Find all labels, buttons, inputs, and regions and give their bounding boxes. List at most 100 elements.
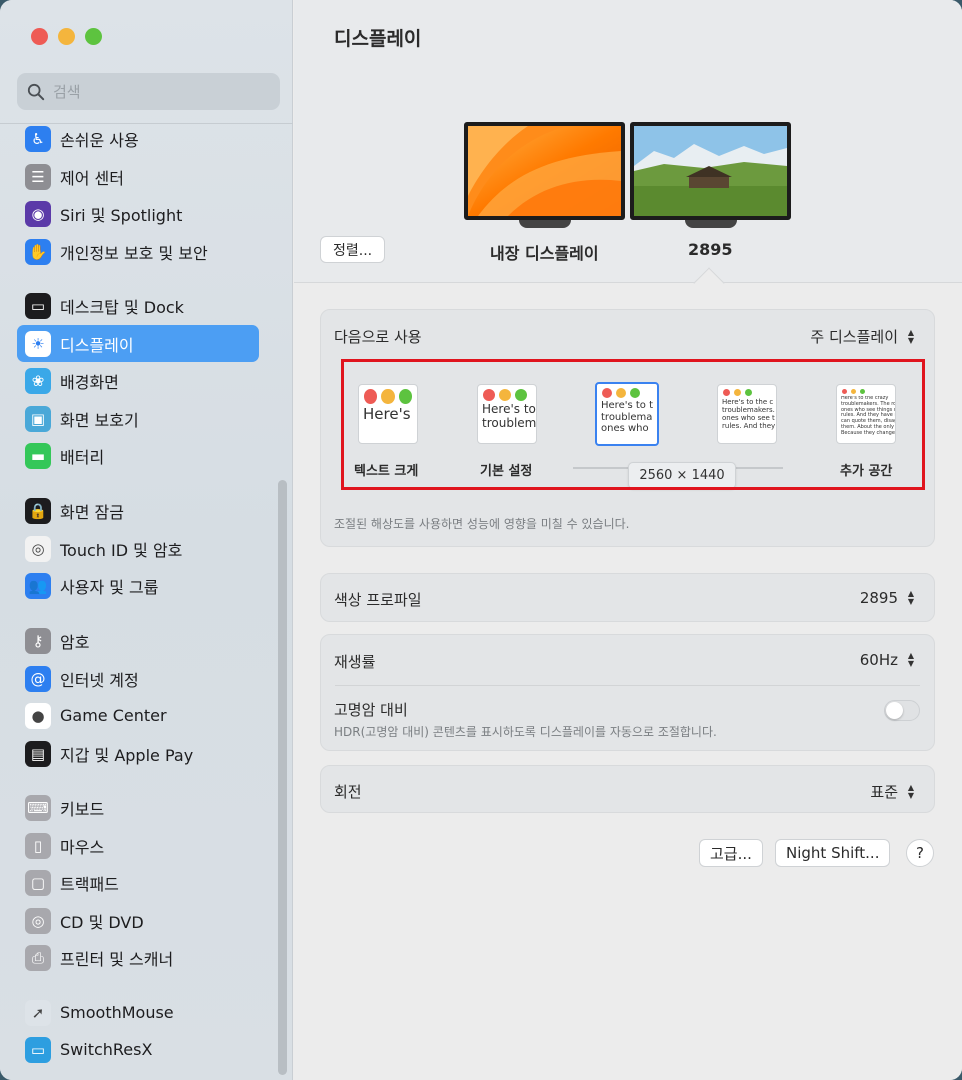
sidebar-item-label: Siri 및 Spotlight bbox=[60, 205, 183, 225]
sidebar-item[interactable]: ◎ Touch ID 및 암호 bbox=[17, 530, 259, 567]
sidebar-item-label: 사용자 및 그룹 bbox=[60, 577, 159, 597]
control-center-icon: ☰ bbox=[25, 163, 51, 190]
night-shift-button[interactable]: Night Shift... bbox=[775, 839, 891, 867]
hdr-toggle[interactable] bbox=[884, 700, 920, 721]
monitor-external[interactable] bbox=[630, 122, 791, 228]
sidebar-item-label: SmoothMouse bbox=[60, 1003, 174, 1022]
minimize-button[interactable] bbox=[58, 28, 75, 45]
rotation-label: 회전 bbox=[334, 783, 362, 801]
resolution-hint: 조절된 해상도를 사용하면 성능에 영향을 미칠 수 있습니다. bbox=[334, 517, 630, 531]
rotation-value: 표준 bbox=[870, 783, 898, 801]
refresh-hdr-card: 재생률 60Hz ▲ ▼ 고명암 대비 HDR(고명암 대비) 콘텐츠를 표시하도… bbox=[320, 634, 935, 751]
builtin-wallpaper-image bbox=[468, 126, 621, 216]
sidebar-item[interactable]: ▭ SwitchResX bbox=[17, 1031, 259, 1068]
sidebar-item[interactable]: ✋ 개인정보 보호 및 보안 bbox=[17, 233, 259, 270]
rotation-popup[interactable]: 표준 ▲ ▼ bbox=[870, 781, 918, 802]
game-center-icon: ● bbox=[25, 702, 51, 729]
sidebar-item[interactable]: 🔒 화면 잠금 bbox=[17, 492, 259, 529]
sidebar-item[interactable]: @ 인터넷 계정 bbox=[17, 660, 259, 697]
sidebar-item[interactable]: ⎙ 프린터 및 스캐너 bbox=[17, 939, 259, 976]
use-as-popup[interactable]: 주 디스플레이 ▲ ▼ bbox=[810, 326, 918, 347]
lock-icon: 🔒 bbox=[25, 497, 51, 524]
system-settings-window: ♿ 손쉬운 사용 ☰ 제어 센터 ◉ Siri 및 Spotlight ✋ 개인정보 보호 및… bbox=[0, 0, 962, 1080]
sidebar-item-label: 트랙패드 bbox=[60, 874, 119, 894]
sidebar-item[interactable]: ⚷ 암호 bbox=[17, 622, 259, 659]
display-sun-icon: ☀ bbox=[25, 330, 51, 357]
fingerprint-icon: ◎ bbox=[25, 535, 51, 562]
search-field[interactable] bbox=[17, 73, 280, 110]
sidebar-item-label: Game Center bbox=[60, 706, 167, 725]
screensaver-icon: ▣ bbox=[25, 405, 51, 432]
at-icon: @ bbox=[25, 665, 51, 692]
sidebar-item[interactable]: ➚ SmoothMouse bbox=[17, 994, 259, 1031]
search-input[interactable] bbox=[53, 82, 253, 101]
sidebar-item[interactable]: ♿ 손쉬운 사용 bbox=[17, 120, 259, 157]
keyboard-icon: ⌨ bbox=[25, 794, 51, 821]
sidebar-item[interactable]: ⌨ 키보드 bbox=[17, 789, 259, 826]
advanced-button[interactable]: 고급... bbox=[699, 839, 763, 867]
sidebar-item-label: 키보드 bbox=[60, 799, 105, 819]
sidebar-scrollbar[interactable] bbox=[278, 480, 287, 1075]
sidebar-item[interactable]: ▬ 배터리 bbox=[17, 437, 259, 474]
sidebar-item-label: 디스플레이 bbox=[60, 335, 134, 355]
use-as-value: 주 디스플레이 bbox=[810, 328, 898, 346]
users-icon: 👥 bbox=[25, 572, 51, 599]
sidebar-item[interactable]: ▣ 화면 보호기 bbox=[17, 400, 259, 437]
sidebar-item[interactable]: ☀ 디스플레이 bbox=[17, 325, 259, 362]
popup-chevron-icon: ▲ ▼ bbox=[907, 782, 915, 800]
rotation-row[interactable]: 회전 표준 ▲ ▼ bbox=[320, 765, 935, 813]
sidebar-item-label: 프린터 및 스캐너 bbox=[60, 949, 174, 969]
trackpad-icon: ▢ bbox=[25, 869, 51, 896]
color-profile-value: 2895 bbox=[859, 589, 898, 607]
sidebar-item[interactable]: ☰ 제어 센터 bbox=[17, 158, 259, 195]
row-divider bbox=[335, 685, 920, 686]
monitor-icon: ▭ bbox=[25, 1036, 51, 1063]
privacy-hand-icon: ✋ bbox=[25, 238, 51, 265]
sidebar-item-label: 인터넷 계정 bbox=[60, 670, 139, 690]
sidebar: ♿ 손쉬운 사용 ☰ 제어 센터 ◉ Siri 및 Spotlight ✋ 개인정보 보호 및… bbox=[0, 0, 293, 1080]
refresh-rate-value: 60Hz bbox=[859, 651, 898, 669]
sidebar-item[interactable]: ◉ Siri 및 Spotlight bbox=[17, 195, 259, 232]
color-profile-popup[interactable]: 2895 ▲ ▼ bbox=[860, 589, 918, 607]
sidebar-item-label: 마우스 bbox=[60, 837, 105, 857]
sidebar-item[interactable]: ▤ 지갑 및 Apple Pay bbox=[17, 735, 259, 772]
sidebar-item[interactable]: ● Game Center bbox=[17, 697, 259, 734]
arrange-button[interactable]: 정렬... bbox=[320, 236, 386, 263]
sidebar-item[interactable]: 👥 사용자 및 그룹 bbox=[17, 567, 259, 604]
sidebar-item-label: 암호 bbox=[60, 632, 90, 652]
refresh-rate-popup[interactable]: 60Hz ▲ ▼ bbox=[860, 651, 918, 669]
sidebar-item-label: 손쉬운 사용 bbox=[60, 130, 139, 150]
printer-icon: ⎙ bbox=[25, 944, 51, 971]
cursor-icon: ➚ bbox=[25, 999, 51, 1026]
disc-icon: ◎ bbox=[25, 907, 51, 934]
zoom-button[interactable] bbox=[85, 28, 102, 45]
popup-chevron-icon: ▲ ▼ bbox=[907, 589, 915, 606]
sidebar-item[interactable]: ▭ 데스크탑 및 Dock bbox=[17, 287, 259, 324]
key-icon: ⚷ bbox=[25, 627, 51, 654]
sidebar-item[interactable]: ▯ 마우스 bbox=[17, 827, 259, 864]
main-panel: 디스플레이 정렬... 내장 디스플레이 2895 다음으로 사용 주 디스플레… bbox=[294, 0, 962, 1080]
external-wallpaper-image bbox=[634, 126, 787, 216]
monitor-builtin[interactable] bbox=[464, 122, 625, 228]
wallet-icon: ▤ bbox=[25, 740, 51, 767]
sidebar-item-label: 배경화면 bbox=[60, 372, 119, 392]
sidebar-item-label: SwitchResX bbox=[60, 1040, 153, 1059]
sidebar-item-label: 개인정보 보호 및 보안 bbox=[60, 243, 208, 263]
page-title: 디스플레이 bbox=[334, 28, 422, 50]
mouse-icon: ▯ bbox=[25, 832, 51, 859]
battery-icon: ▬ bbox=[25, 442, 51, 469]
color-profile-row[interactable]: 색상 프로파일 2895 ▲ ▼ bbox=[320, 573, 935, 622]
sidebar-item[interactable]: ❀ 배경화면 bbox=[17, 362, 259, 399]
sidebar-item[interactable]: ▢ 트랙패드 bbox=[17, 864, 259, 901]
sidebar-item[interactable]: ◎ CD 및 DVD bbox=[17, 902, 259, 939]
help-button[interactable]: ? bbox=[906, 839, 934, 867]
hdr-description: HDR(고명암 대비) 콘텐츠를 표시하도록 디스플레이를 자동으로 조절합니다… bbox=[334, 725, 717, 739]
close-button[interactable] bbox=[31, 28, 48, 45]
color-profile-label: 색상 프로파일 bbox=[334, 591, 422, 609]
siri-icon: ◉ bbox=[25, 200, 51, 227]
window-controls bbox=[31, 28, 102, 45]
sidebar-item-label: 지갑 및 Apple Pay bbox=[60, 745, 194, 765]
sidebar-item-label: 배터리 bbox=[60, 447, 105, 467]
sidebar-item-label: 화면 잠금 bbox=[60, 502, 124, 522]
display-arrangement-area: 디스플레이 정렬... 내장 디스플레이 2895 bbox=[294, 0, 962, 283]
